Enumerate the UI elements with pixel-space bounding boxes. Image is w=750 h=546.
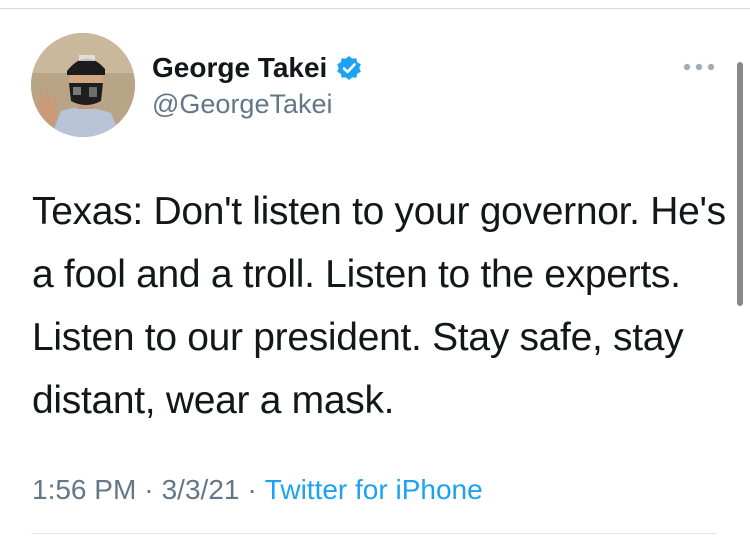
avatar[interactable] (31, 33, 135, 137)
meta-separator: · (144, 474, 154, 505)
avatar-photo (31, 33, 135, 137)
top-divider (0, 8, 750, 9)
tweet-time[interactable]: 1:56 PM (32, 474, 136, 505)
display-name[interactable]: George Takei (152, 51, 327, 85)
author-handle[interactable]: @GeorgeTakei (152, 88, 333, 120)
more-options-icon[interactable] (682, 60, 716, 74)
tweet-date[interactable]: 3/3/21 (162, 474, 240, 505)
author-row: George Takei (152, 50, 363, 86)
meta-separator: · (247, 474, 257, 505)
scrollbar[interactable] (737, 62, 743, 306)
tweet-meta: 1:56 PM · 3/3/21 · Twitter for iPhone (32, 472, 483, 508)
verified-badge-icon (335, 54, 363, 82)
tweet-text: Texas: Don't listen to your governor. He… (32, 190, 726, 422)
tweet-source-link[interactable]: Twitter for iPhone (265, 474, 483, 505)
bottom-divider (31, 533, 717, 534)
